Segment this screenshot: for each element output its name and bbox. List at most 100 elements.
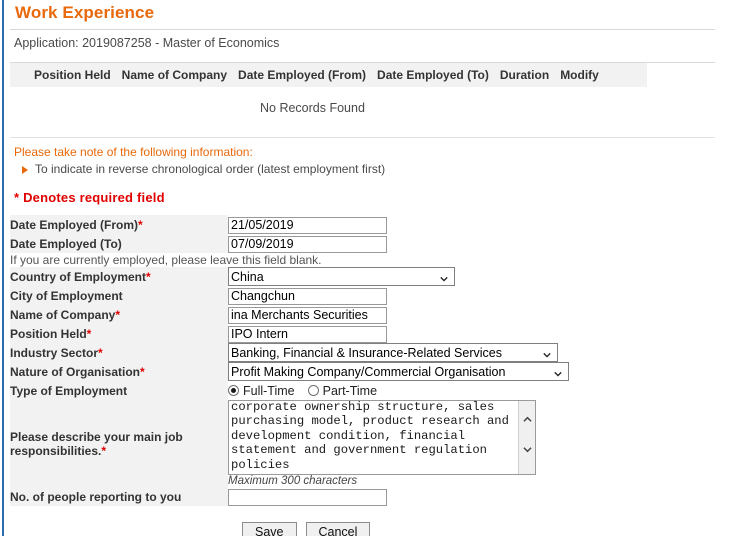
date-to-hint: If you are currently employed, please le… (10, 253, 322, 267)
save-button[interactable]: Save (242, 522, 297, 536)
position-held-input[interactable] (228, 325, 387, 343)
radio-full-time[interactable] (228, 385, 239, 396)
row-city: City of Employment (10, 286, 570, 305)
label-responsibilities-line1: Please describe your main job (10, 429, 183, 444)
label-nature-text: Nature of Organisation (10, 364, 141, 379)
label-industry-text: Industry Sector (10, 345, 99, 360)
label-company-text: Name of Company (10, 307, 116, 322)
responsibilities-textarea-text: list of IPO Projects based on the corpor… (231, 400, 509, 472)
label-responsibilities: Please describe your main job responsibi… (10, 400, 228, 487)
date-employed-from-input[interactable] (228, 216, 387, 234)
label-position-text: Position Held (10, 326, 87, 341)
required-asterisk: * (98, 345, 103, 360)
row-responsibilities: Please describe your main job responsibi… (10, 400, 570, 487)
country-of-employment-select[interactable]: China (228, 267, 455, 286)
row-position: Position Held* (10, 324, 570, 343)
nature-select-wrap: Profit Making Company/Commercial Organis… (228, 362, 569, 381)
cancel-button[interactable]: Cancel (305, 522, 371, 536)
required-asterisk: * (146, 269, 151, 284)
page-content: Work Experience Application: 2019087258 … (10, 0, 734, 536)
note-item-text: To indicate in reverse chronological ord… (35, 162, 386, 176)
note-item: To indicate in reverse chronological ord… (10, 159, 734, 176)
row-date-from: Date Employed (From)* (10, 215, 570, 234)
row-date-to-hint: If you are currently employed, please le… (10, 253, 570, 267)
row-date-to: Date Employed (To) (10, 234, 570, 253)
required-asterisk: * (140, 364, 145, 379)
city-of-employment-input[interactable] (228, 287, 387, 305)
cell-nature: Profit Making Company/Commercial Organis… (228, 362, 570, 381)
row-reports: No. of people reporting to you (10, 487, 570, 506)
cell-position (228, 324, 570, 343)
radio-part-time-label: Part-Time (322, 383, 378, 398)
industry-select-wrap: Banking, Financial & Insurance-Related S… (228, 343, 558, 362)
label-country: Country of Employment* (10, 267, 228, 286)
cell-responsibilities: list of IPO Projects based on the corpor… (228, 400, 570, 487)
column-modify: Modify (560, 68, 599, 82)
cell-industry: Banking, Financial & Insurance-Related S… (228, 343, 570, 362)
people-reporting-input[interactable] (228, 488, 387, 506)
work-experience-form: Date Employed (From)* Date Employed (To)… (10, 215, 570, 506)
employment-type-radio-group: Full-Time Part-Time (228, 384, 570, 398)
column-date-to: Date Employed (To) (377, 68, 489, 82)
country-select-wrap: China (228, 267, 455, 286)
triangle-right-icon (22, 166, 28, 174)
radio-part-time[interactable] (307, 385, 319, 396)
column-duration: Duration (499, 68, 550, 82)
label-employment-type: Type of Employment (10, 381, 228, 400)
cell-employment-type: Full-Time Part-Time (228, 381, 570, 400)
row-industry: Industry Sector* Banking, Financial & In… (10, 343, 570, 362)
required-asterisk: * (138, 217, 143, 232)
work-experience-page: Work Experience Application: 2019087258 … (0, 0, 734, 536)
cell-country: China (228, 267, 570, 286)
page-title: Work Experience (15, 3, 155, 22)
label-date-from-text: Date Employed (From) (10, 217, 139, 232)
label-responsibilities-line2: responsibilities. (10, 443, 102, 458)
row-nature: Nature of Organisation* Profit Making Co… (10, 362, 570, 381)
cell-reports (228, 487, 570, 506)
date-employed-to-input[interactable] (228, 235, 387, 253)
label-position: Position Held* (10, 324, 228, 343)
label-industry: Industry Sector* (10, 343, 228, 362)
no-records-message: No Records Found (260, 101, 365, 115)
label-nature: Nature of Organisation* (10, 362, 228, 381)
required-asterisk: * (101, 443, 107, 458)
label-company: Name of Company* (10, 305, 228, 324)
application-info: Application: 2019087258 - Master of Econ… (14, 36, 280, 50)
label-reports-text: No. of people reporting to you (10, 489, 182, 504)
column-position-held: Position Held (34, 68, 111, 82)
row-employment-type: Type of Employment Full-Time Part-Time (10, 381, 570, 400)
industry-sector-select[interactable]: Banking, Financial & Insurance-Related S… (228, 343, 558, 362)
cell-date-to (228, 234, 570, 253)
row-country: Country of Employment* China (10, 267, 570, 286)
required-asterisk: * (115, 307, 121, 322)
textarea-scrollbar[interactable] (518, 401, 535, 474)
row-company: Name of Company* (10, 305, 570, 324)
column-date-from: Date Employed (From) (238, 68, 367, 82)
name-of-company-input[interactable] (228, 306, 387, 324)
radio-full-time-label: Full-Time (243, 383, 295, 398)
label-date-from: Date Employed (From)* (10, 215, 228, 234)
left-accent-rail (2, 0, 4, 536)
responsibilities-textarea[interactable]: list of IPO Projects based on the corpor… (228, 400, 536, 475)
records-table-header: Position Held Name of Company Date Emplo… (10, 63, 647, 87)
label-city: City of Employment (10, 286, 228, 305)
label-responsibilities-line2-wrap: responsibilities.* (10, 444, 228, 458)
required-asterisk: * (86, 326, 92, 341)
label-date-to: Date Employed (To) (10, 234, 228, 253)
label-employment-type-text: Type of Employment (10, 383, 128, 398)
responsibilities-counter-hint: Maximum 300 characters (228, 475, 358, 487)
notes-heading: Please take note of the following inform… (14, 145, 253, 159)
column-name-of-company: Name of Company (121, 68, 228, 82)
form-actions: Save Cancel (10, 506, 734, 536)
label-reports: No. of people reporting to you (10, 487, 228, 506)
chevron-up-icon[interactable] (522, 415, 533, 424)
label-country-text: Country of Employment (10, 269, 147, 284)
label-city-text: City of Employment (10, 288, 123, 303)
label-date-to-text: Date Employed (To) (10, 236, 122, 251)
nature-of-organisation-select[interactable]: Profit Making Company/Commercial Organis… (228, 362, 569, 381)
cell-city (228, 286, 570, 305)
cell-date-from (228, 215, 570, 234)
chevron-down-icon[interactable] (522, 445, 533, 454)
cell-company (228, 305, 570, 324)
required-field-legend: * Denotes required field (14, 190, 165, 205)
